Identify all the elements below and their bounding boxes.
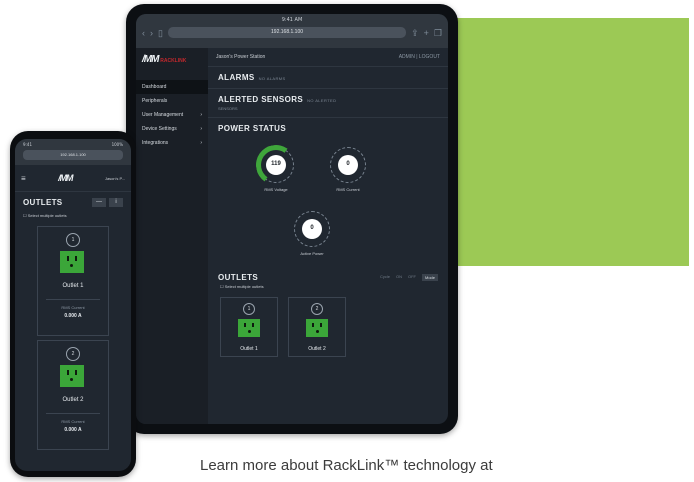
phone-header: ≡ /MM Jason's P... — [15, 165, 131, 192]
on-button[interactable]: ON — [396, 274, 402, 281]
hamburger-menu-icon[interactable]: ≡ — [21, 174, 26, 183]
tablet-screen: 9:41 AM ‹ › ▯ 192.168.1.100 ⇪ + ❐ /MM RA… — [136, 14, 448, 424]
header-actions[interactable]: ADMIN | LOGOUT — [399, 54, 440, 60]
chevron-right-icon: › — [200, 140, 202, 146]
phone-browser-bar: 9:41 100% 192.168.1.100 — [15, 139, 131, 165]
chevron-right-icon: › — [200, 126, 202, 132]
select-multiple-checkbox[interactable]: ☐ Select multiple outlets — [208, 284, 448, 293]
share-icon[interactable]: ⇪ — [411, 28, 419, 38]
phone-screen: 9:41 100% 192.168.1.100 ≡ /MM Jason's P.… — [15, 139, 131, 471]
tabs-icon[interactable]: ❐ — [434, 28, 442, 38]
mode-button[interactable]: Mode — [421, 274, 438, 281]
collapse-button[interactable]: — — [92, 198, 106, 207]
outlet-card[interactable]: 1 Outlet 1 — [220, 297, 278, 357]
power-status-section: POWER STATUS 119 RMS Voltage 0 RMS Curre… — [208, 118, 448, 267]
sidebar-item-peripherals[interactable]: Peripherals — [136, 94, 208, 108]
active-power-gauge: 0 Active Power — [294, 211, 330, 256]
rms-voltage-gauge: 119 RMS Voltage — [252, 141, 300, 192]
forward-icon[interactable]: › — [150, 28, 153, 38]
alarms-section: ALARMS NO ALARMS — [208, 67, 448, 89]
sidebar-item-dashboard[interactable]: Dashboard — [136, 80, 208, 94]
caption-text: Learn more about RackLink™ technology at — [200, 457, 493, 474]
sidebar-item-user-management[interactable]: User Management › — [136, 108, 208, 122]
alerted-sensors-section: ALERTED SENSORS NO ALERTED SENSORS — [208, 89, 448, 118]
tablet-header: Jason's Power Station ADMIN | LOGOUT — [208, 48, 448, 67]
new-tab-icon[interactable]: + — [424, 28, 429, 38]
tablet-main: Jason's Power Station ADMIN | LOGOUT ALA… — [208, 48, 448, 424]
rms-current-gauge: 0 RMS Current — [330, 147, 366, 192]
rack-logo: /MM — [58, 173, 73, 183]
outlet-plug-icon[interactable] — [60, 251, 84, 273]
tablet-sidebar: /MM RACKLINK Dashboard Peripherals User … — [136, 48, 208, 424]
cycle-button[interactable]: Cycle — [380, 274, 390, 281]
tablet-device: 9:41 AM ‹ › ▯ 192.168.1.100 ⇪ + ❐ /MM RA… — [126, 4, 458, 434]
tablet-status-time: 9:41 AM — [281, 17, 303, 23]
tablet-outlets-header: OUTLETS Cycle ON OFF Mode — [208, 267, 448, 284]
select-multiple-checkbox[interactable]: ☐ Select multiple outlets — [15, 213, 131, 222]
outlets-title: OUTLETS — [23, 198, 63, 207]
outlet-card[interactable]: 1 Outlet 1 RMS Current 0.000 A — [37, 226, 109, 336]
tablet-browser-bar: 9:41 AM ‹ › ▯ 192.168.1.100 ⇪ + ❐ — [136, 14, 448, 48]
device-title: Jason's Power Station — [216, 54, 266, 60]
green-accent-block — [456, 18, 689, 266]
chevron-right-icon: › — [200, 112, 202, 118]
tablet-url-field[interactable]: 192.168.1.100 — [167, 27, 407, 38]
phone-status-time: 9:41 — [23, 142, 32, 147]
sidebar-item-device-settings[interactable]: Device Settings › — [136, 122, 208, 136]
off-button[interactable]: OFF — [408, 274, 416, 281]
back-icon[interactable]: ‹ — [142, 28, 145, 38]
outlet-card[interactable]: 2 Outlet 2 — [288, 297, 346, 357]
phone-device: 9:41 100% 192.168.1.100 ≡ /MM Jason's P.… — [10, 131, 136, 477]
phone-battery: 100% — [111, 142, 123, 147]
power-status-title: POWER STATUS — [218, 124, 287, 133]
outlet-plug-icon[interactable] — [60, 365, 84, 387]
outlet-plug-icon[interactable] — [238, 319, 260, 337]
rack-logo: /MM RACKLINK — [142, 54, 187, 65]
outlet-plug-icon[interactable] — [306, 319, 328, 337]
user-menu[interactable]: Jason's P... — [105, 176, 125, 181]
info-button[interactable]: i — [109, 198, 123, 207]
book-icon[interactable]: ▯ — [158, 28, 163, 38]
outlets-title: OUTLETS — [218, 273, 259, 282]
phone-url-field[interactable]: 192.168.1.100 — [23, 150, 123, 160]
sidebar-item-integrations[interactable]: Integrations › — [136, 136, 208, 150]
phone-outlets-header: OUTLETS — i — [15, 192, 131, 213]
outlet-card[interactable]: 2 Outlet 2 RMS Current 0.000 A — [37, 340, 109, 450]
